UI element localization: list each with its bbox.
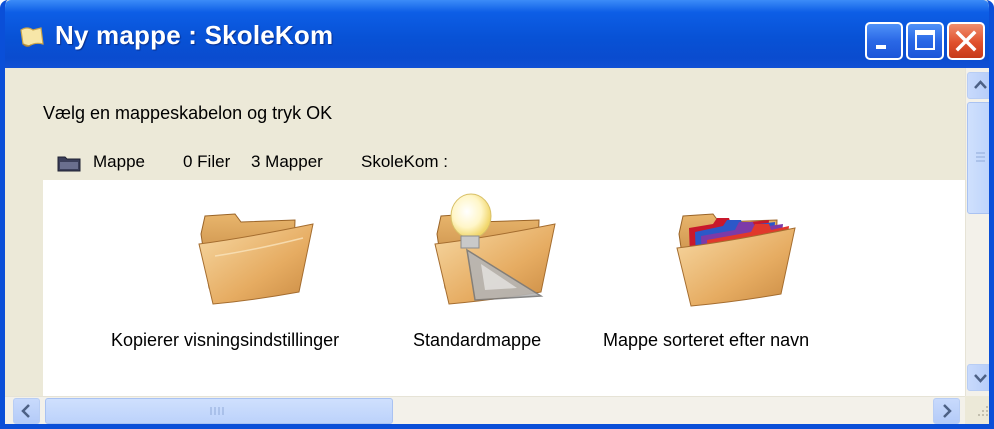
resize-grip[interactable] — [965, 396, 989, 424]
instruction-text: Vælg en mappeskabelon og tryk OK — [43, 103, 333, 123]
template-item-standard[interactable]: Standardmappe — [411, 180, 571, 396]
chevron-down-icon — [974, 374, 987, 383]
chevron-up-icon — [974, 80, 987, 89]
minimize-button[interactable] — [865, 22, 903, 60]
template-label: Kopierer visningsindstillinger — [111, 330, 340, 350]
horizontal-scrollbar[interactable] — [5, 396, 965, 424]
folder-location: SkoleKom : — [361, 152, 448, 171]
maximize-button[interactable] — [906, 22, 944, 60]
scroll-down-button[interactable] — [967, 364, 989, 391]
file-count: 0 Filer — [183, 152, 231, 171]
horizontal-scroll-thumb[interactable] — [45, 398, 393, 424]
plain-folder-icon — [198, 213, 314, 305]
vertical-scrollbar[interactable] — [965, 68, 989, 396]
template-label: Mappe sorteret efter navn — [603, 330, 810, 350]
scroll-left-button[interactable] — [13, 398, 40, 424]
content-area: Vælg en mappeskabelon og tryk OK Mappe 0… — [5, 68, 965, 396]
folder-count: 3 Mapper — [251, 152, 323, 171]
grip-icon — [976, 152, 985, 162]
maximize-icon — [915, 30, 935, 50]
template-item-copy-settings[interactable]: Kopierer visningsindstillinger — [111, 180, 401, 396]
grip-icon — [210, 407, 224, 415]
template-item-sorted-by-name[interactable]: Mappe sorteret efter navn — [603, 180, 863, 396]
vertical-scroll-thumb[interactable] — [967, 102, 989, 214]
template-list: Kopierer visningsindstillinger Standardm… — [43, 180, 965, 396]
folder-scroll-icon — [20, 27, 44, 47]
template-label: Standardmappe — [413, 330, 542, 350]
folder-icon — [57, 156, 81, 172]
chevron-left-icon — [21, 404, 30, 418]
close-icon — [955, 30, 977, 52]
title-bar[interactable]: Ny mappe : SkoleKom — [5, 0, 989, 68]
scroll-right-button[interactable] — [933, 398, 960, 424]
scroll-up-button[interactable] — [967, 72, 989, 99]
folder-info-bar: Mappe 0 Filer 3 Mapper SkoleKom : — [43, 144, 965, 181]
chevron-right-icon — [943, 404, 952, 418]
lightbulb-folder-icon — [434, 193, 556, 305]
app-window: Ny mappe : SkoleKom Vælg en mappeskabelo… — [0, 0, 994, 429]
minimize-icon — [876, 45, 886, 49]
colored-files-folder-icon — [676, 213, 796, 307]
folder-type-label: Mappe — [93, 152, 145, 171]
window-title: Ny mappe : SkoleKom — [55, 20, 334, 50]
close-button[interactable] — [947, 22, 985, 60]
resize-grip-icon — [978, 406, 988, 416]
